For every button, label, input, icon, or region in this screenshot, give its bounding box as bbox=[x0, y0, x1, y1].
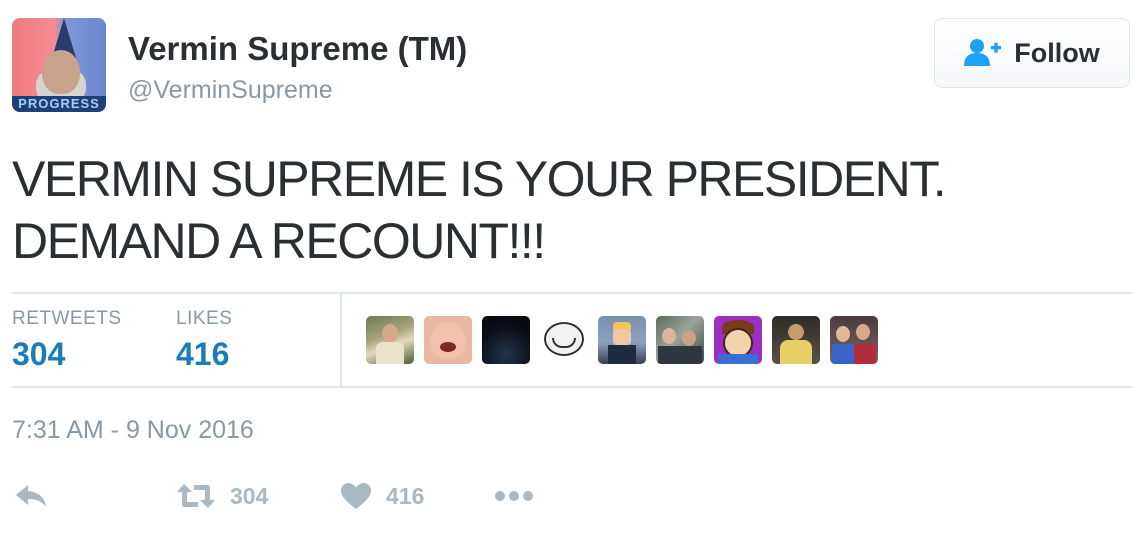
tweet-header: PROGRESS Vermin Supreme (TM) @VerminSupr… bbox=[12, 18, 1132, 114]
retweets-label: RETWEETS bbox=[12, 308, 122, 329]
reply-button[interactable] bbox=[14, 476, 48, 516]
like-button[interactable]: 416 bbox=[340, 476, 424, 516]
retweet-count: 304 bbox=[230, 482, 269, 509]
liker-avatar-7[interactable] bbox=[714, 316, 762, 364]
liker-avatar-5[interactable] bbox=[598, 316, 646, 364]
divider-bottom bbox=[12, 386, 1132, 388]
avatar-face bbox=[42, 50, 80, 94]
user-handle[interactable]: @VerminSupreme bbox=[128, 76, 333, 105]
avatar-banner-text: PROGRESS bbox=[12, 96, 106, 112]
likes-label: LIKES bbox=[176, 308, 233, 329]
more-button[interactable] bbox=[494, 476, 534, 516]
like-count: 416 bbox=[386, 482, 425, 509]
tweet-text: VERMIN SUPREME IS YOUR PRESIDENT. DEMAND… bbox=[12, 148, 1122, 272]
retweet-icon bbox=[177, 484, 215, 508]
tweet-timestamp[interactable]: 7:31 AM - 9 Nov 2016 bbox=[12, 416, 254, 445]
retweets-count: 304 bbox=[12, 336, 66, 372]
tweet-text-line-1: VERMIN SUPREME IS YOUR PRESIDENT. bbox=[12, 151, 947, 207]
tweet-text-line-2: DEMAND A RECOUNT!!! bbox=[12, 213, 546, 269]
likes-count: 416 bbox=[176, 336, 230, 372]
tweet-stats: RETWEETS 304 LIKES 416 bbox=[12, 294, 1132, 386]
stats-separator bbox=[340, 294, 342, 386]
follow-button-label: Follow bbox=[1014, 37, 1100, 68]
reply-icon bbox=[16, 485, 46, 507]
tweet-card: PROGRESS Vermin Supreme (TM) @VerminSupr… bbox=[0, 0, 1142, 546]
liker-avatar-9[interactable] bbox=[830, 316, 878, 364]
liker-avatar-8[interactable] bbox=[772, 316, 820, 364]
likers-avatar-row bbox=[366, 316, 878, 364]
liker-avatar-2[interactable] bbox=[424, 316, 472, 364]
heart-icon bbox=[341, 483, 371, 509]
retweets-stat[interactable]: RETWEETS 304 bbox=[12, 308, 122, 373]
follow-person-plus-icon bbox=[964, 39, 1002, 66]
liker-avatar-1[interactable] bbox=[366, 316, 414, 364]
more-dots-icon bbox=[495, 491, 533, 501]
liker-avatar-3[interactable] bbox=[482, 316, 530, 364]
liker-avatar-4[interactable] bbox=[540, 316, 588, 364]
likes-stat[interactable]: LIKES 416 bbox=[176, 308, 232, 373]
user-avatar[interactable]: PROGRESS bbox=[12, 18, 106, 112]
tweet-actions: 304 416 bbox=[12, 476, 612, 516]
liker-avatar-6[interactable] bbox=[656, 316, 704, 364]
follow-button[interactable]: Follow bbox=[934, 18, 1130, 88]
retweet-button[interactable]: 304 bbox=[176, 476, 268, 516]
user-display-name[interactable]: Vermin Supreme (TM) bbox=[128, 30, 467, 68]
